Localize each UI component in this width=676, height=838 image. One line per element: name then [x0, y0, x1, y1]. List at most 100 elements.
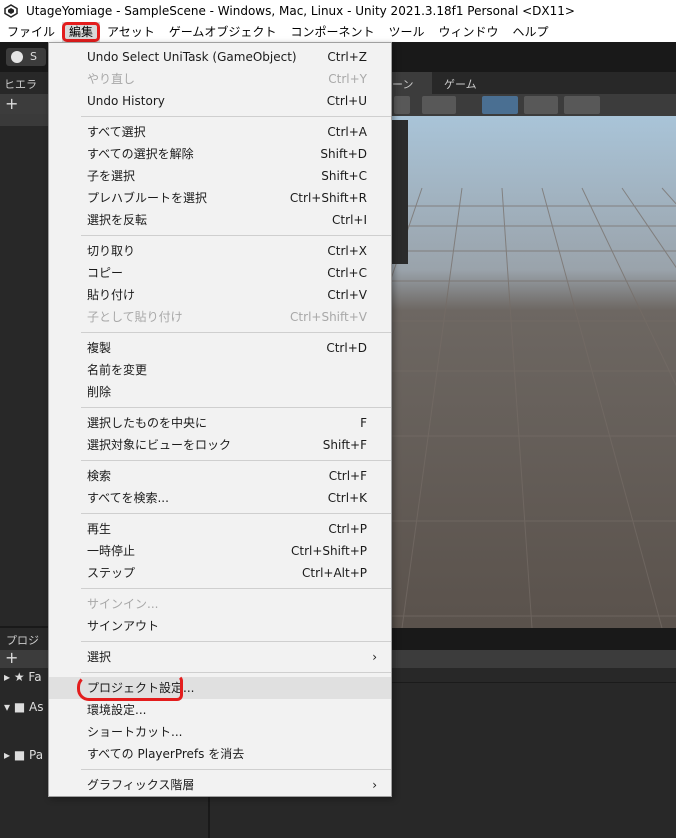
menu-item-label: サインイン...: [87, 597, 159, 611]
tab-scene[interactable]: ーン: [392, 72, 432, 94]
tab-hierarchy[interactable]: ヒエラ: [0, 72, 48, 94]
menu-item-copy[interactable]: コピー Ctrl+C: [49, 262, 391, 284]
menu-item-shortcut: Ctrl+V: [327, 288, 367, 302]
menu-item-delete[interactable]: 削除: [49, 381, 391, 403]
menu-item-play[interactable]: 再生 Ctrl+P: [49, 518, 391, 540]
menu-item-label: 子として貼り付け: [87, 310, 183, 324]
tree-item-packages[interactable]: ▸ ■ Pa: [4, 748, 43, 762]
menu-separator: [81, 332, 391, 333]
menu-item-shortcut: Ctrl+C: [327, 266, 367, 280]
menu-item-deselect-all[interactable]: すべての選択を解除 Shift+D: [49, 143, 391, 165]
add-icon[interactable]: +: [5, 94, 18, 113]
menu-item-shortcut: Ctrl+Shift+P: [291, 544, 367, 558]
menu-item-shortcut: Ctrl+Y: [328, 72, 367, 86]
menu-item-cut[interactable]: 切り取り Ctrl+X: [49, 240, 391, 262]
menu-item-rename[interactable]: 名前を変更: [49, 359, 391, 381]
hierarchy-scene-header[interactable]: [0, 114, 48, 126]
folder-icon: ▾ ■: [4, 700, 29, 714]
menu-item-shortcut: Ctrl+Z: [327, 50, 367, 64]
tree-item-label: Pa: [29, 748, 44, 762]
menu-edit[interactable]: 編集: [62, 22, 101, 42]
menu-item-preferences[interactable]: 環境設定...: [49, 699, 391, 721]
gizmo-cube-button[interactable]: [422, 96, 456, 114]
tree-item-label: Fa: [28, 670, 42, 684]
scene-grid: [392, 187, 676, 628]
menu-separator: [81, 407, 391, 408]
menu-item-shortcut: Ctrl+U: [326, 94, 367, 108]
menu-file[interactable]: ファイル: [0, 22, 62, 42]
chevron-right-icon: ›: [372, 650, 377, 664]
tree-item-label: As: [29, 700, 44, 714]
menu-item-label: 選択対象にビューをロック: [87, 438, 232, 452]
menu-item-paste[interactable]: 貼り付け Ctrl+V: [49, 284, 391, 306]
menu-component[interactable]: コンポーネント: [283, 22, 381, 42]
menu-item-label: すべてを検索...: [87, 491, 169, 505]
account-button[interactable]: S: [6, 48, 46, 66]
add-asset-icon[interactable]: +: [5, 648, 18, 667]
scene-viewport[interactable]: [392, 116, 676, 628]
menu-item-shortcut: Shift+F: [322, 438, 367, 452]
menu-item-select-prefab-root[interactable]: プレハブルートを選択 Ctrl+Shift+R: [49, 187, 391, 209]
folder-icon: ▸ ■: [4, 748, 29, 762]
menu-tools[interactable]: ツール: [381, 22, 431, 42]
menu-item-sign-in: サインイン...: [49, 593, 391, 615]
tab-game[interactable]: ゲーム: [444, 76, 477, 92]
menu-item-search-all[interactable]: すべてを検索... Ctrl+K: [49, 487, 391, 509]
tab-project-label: プロジ: [6, 634, 39, 647]
menu-window[interactable]: ウィンドウ: [431, 22, 505, 42]
menu-help[interactable]: ヘルプ: [506, 22, 556, 42]
menu-item-invert-selection[interactable]: 選択を反転 Ctrl+I: [49, 209, 391, 231]
shading-mode-button[interactable]: [394, 96, 410, 114]
menu-item-select-children[interactable]: 子を選択 Shift+C: [49, 165, 391, 187]
menu-item-label: すべて選択: [87, 125, 146, 139]
menu-item-graphics-tier[interactable]: グラフィックス階層 ›: [49, 774, 391, 796]
menu-item-label: やり直し: [87, 72, 136, 86]
menu-item-label: 複製: [87, 341, 112, 355]
menu-item-shortcuts[interactable]: ショートカット...: [49, 721, 391, 743]
menu-item-redo: やり直し Ctrl+Y: [49, 68, 391, 90]
tree-item-favorites[interactable]: ▸ ★ Fa: [4, 670, 42, 684]
menu-separator: [81, 672, 391, 673]
scene-tools-overlay[interactable]: [392, 120, 408, 264]
menu-item-frame-selected[interactable]: 選択したものを中央に F: [49, 412, 391, 434]
menu-item-project-settings[interactable]: プロジェクト設定...: [49, 675, 391, 701]
menu-item-lock-view[interactable]: 選択対象にビューをロック Shift+F: [49, 434, 391, 456]
menu-item-select-all[interactable]: すべて選択 Ctrl+A: [49, 121, 391, 143]
menu-item-selection-submenu[interactable]: 選択 ›: [49, 646, 391, 668]
star-icon: ▸ ★: [4, 670, 29, 684]
chevron-right-icon: ›: [372, 778, 377, 792]
menu-item-label: 削除: [87, 385, 112, 399]
edit-menu-dropdown: Undo Select UniTask (GameObject) Ctrl+Z …: [48, 42, 392, 797]
menu-item-shortcut: F: [360, 416, 367, 430]
menu-item-label: 子を選択: [87, 169, 136, 183]
menu-item-duplicate[interactable]: 複製 Ctrl+D: [49, 337, 391, 359]
snap-increment-button[interactable]: [524, 96, 558, 114]
menu-item-label: 環境設定...: [87, 703, 147, 717]
menu-item-label: コピー: [87, 266, 124, 280]
ruler-button[interactable]: [564, 96, 600, 114]
menu-item-shortcut: Ctrl+D: [326, 341, 367, 355]
menu-separator: [81, 513, 391, 514]
menu-item-undo-history[interactable]: Undo History Ctrl+U: [49, 90, 391, 112]
menu-item-label: プレハブルートを選択: [87, 191, 208, 205]
grid-snap-button[interactable]: [482, 96, 518, 114]
menu-item-label: 切り取り: [87, 244, 136, 258]
menu-item-label: サインアウト: [87, 619, 160, 633]
menu-item-shortcut: Ctrl+Alt+P: [302, 566, 367, 580]
red-annotation-underline: [77, 675, 183, 701]
account-label: S: [30, 50, 37, 63]
menu-gameobject[interactable]: ゲームオブジェクト: [162, 22, 284, 42]
menu-item-label: 再生: [87, 522, 112, 536]
tree-item-assets[interactable]: ▾ ■ As: [4, 700, 43, 714]
menu-item-shortcut: Ctrl+X: [327, 244, 367, 258]
menu-item-clear-playerprefs[interactable]: すべての PlayerPrefs を消去: [49, 743, 391, 765]
title-bar: UtageYomiage - SampleScene - Windows, Ma…: [0, 0, 676, 22]
menu-item-step[interactable]: ステップ Ctrl+Alt+P: [49, 562, 391, 584]
menu-item-sign-out[interactable]: サインアウト: [49, 615, 391, 637]
menu-item-label: すべての PlayerPrefs を消去: [87, 747, 245, 761]
menu-item-find[interactable]: 検索 Ctrl+F: [49, 465, 391, 487]
menu-item-pause[interactable]: 一時停止 Ctrl+Shift+P: [49, 540, 391, 562]
menu-separator: [81, 460, 391, 461]
menu-assets[interactable]: アセット: [100, 22, 162, 42]
menu-item-undo[interactable]: Undo Select UniTask (GameObject) Ctrl+Z: [49, 46, 391, 68]
